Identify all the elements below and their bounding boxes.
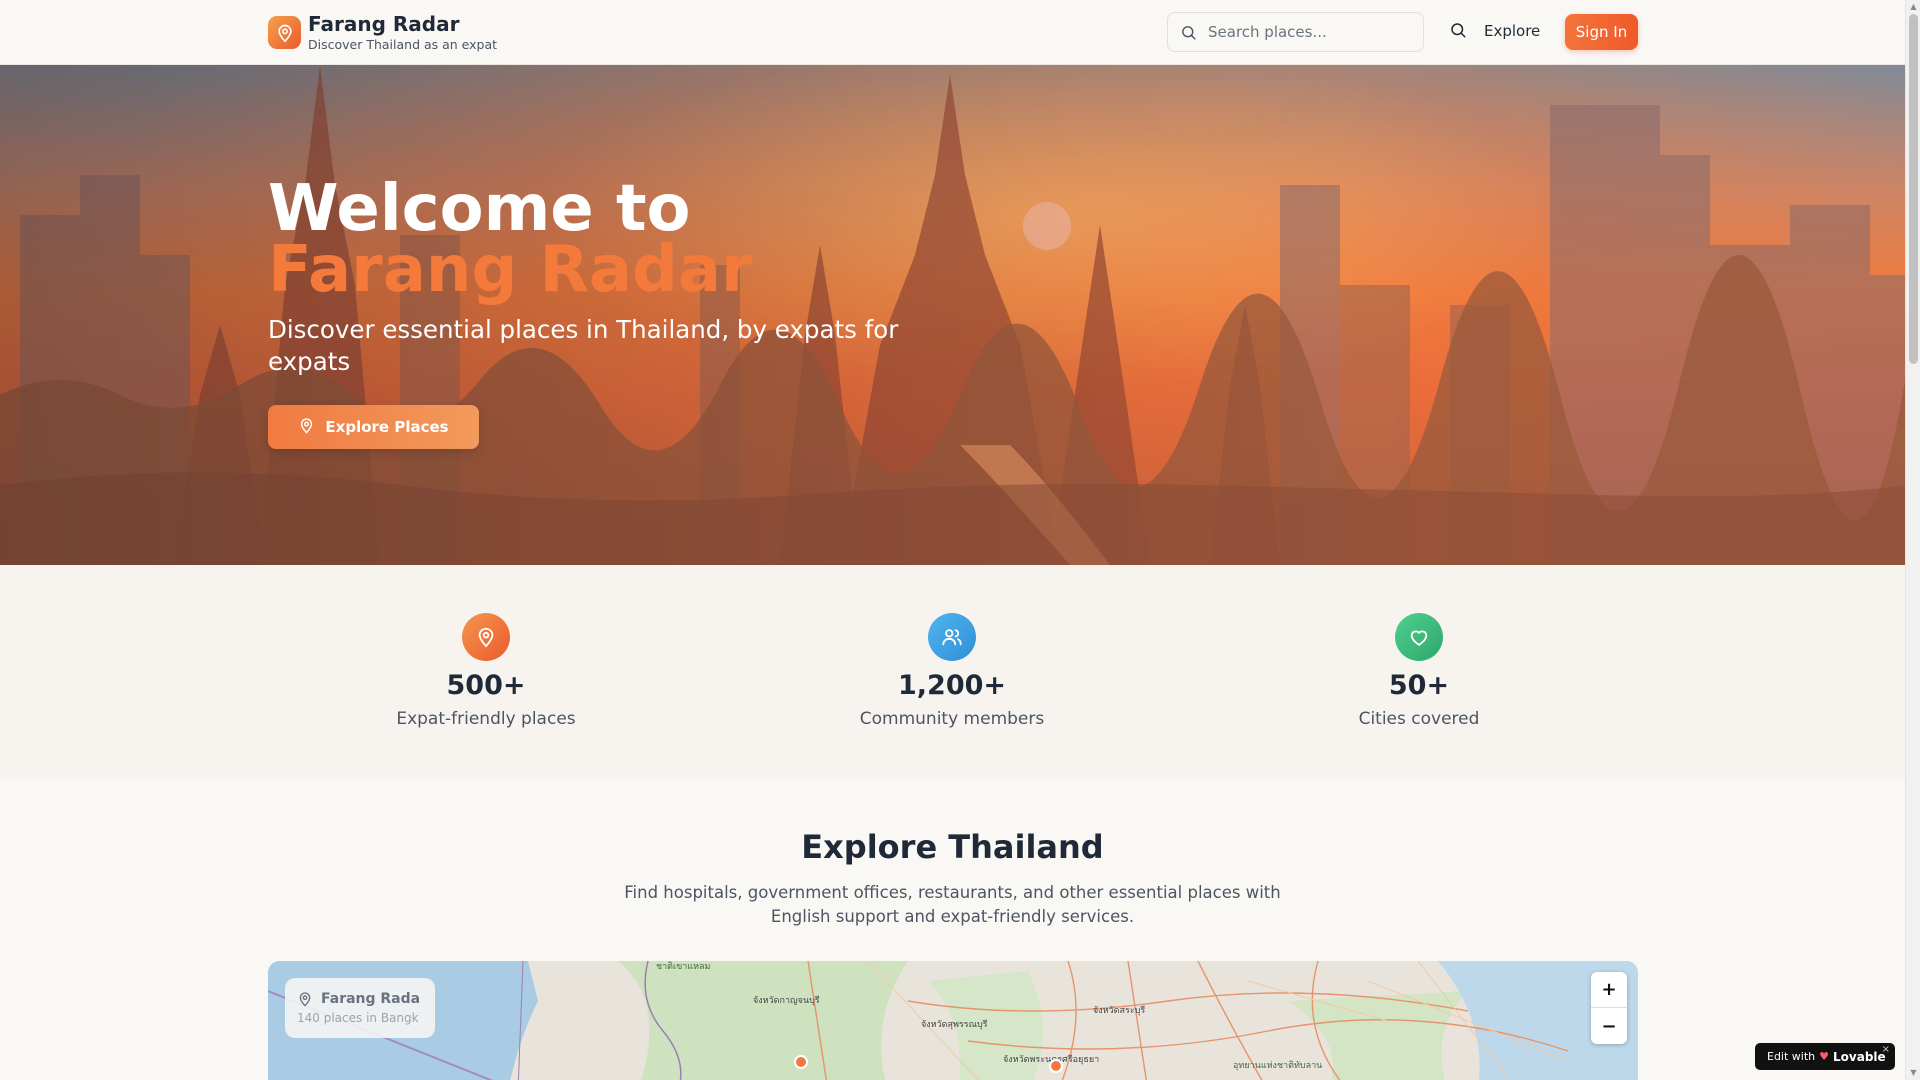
- map-view[interactable]: ชาติเขาแหลม จังหวัดกาญจนบุรี จังหวัดสุพร…: [268, 961, 1638, 1080]
- map-label: จังหวัดสุพรรณบุรี: [921, 1019, 988, 1030]
- stat-places: 500+ Expat-friendly places: [356, 613, 616, 729]
- explore-places-button[interactable]: Explore Places: [268, 405, 479, 449]
- search-button-icon[interactable]: [1449, 21, 1469, 41]
- explore-description: Find hospitals, government offices, rest…: [624, 883, 1281, 926]
- explore-title: Explore Thailand: [801, 828, 1104, 866]
- stat-label: Community members: [859, 709, 1045, 729]
- scroll-down-arrow-icon[interactable]: ▼: [1909, 1068, 1918, 1078]
- badge-close-button[interactable]: ×: [1882, 1044, 1890, 1055]
- scroll-up-arrow-icon[interactable]: ▲: [1909, 2, 1918, 12]
- zoom-out-button[interactable]: −: [1591, 1008, 1627, 1044]
- stat-value: 1,200+: [897, 670, 1007, 701]
- page-scrollbar[interactable]: ▲ ▼: [1905, 0, 1920, 1080]
- users-icon: [928, 613, 976, 661]
- badge-prefix: Edit with: [1767, 1050, 1816, 1063]
- stat-value: 500+: [446, 670, 526, 701]
- hero-banner: Welcome to Farang Radar Discover essenti…: [0, 65, 1905, 565]
- search-box: [1167, 12, 1424, 52]
- search-input[interactable]: [1208, 13, 1418, 51]
- edit-with-lovable-badge[interactable]: Edit with ♥ Lovable ×: [1755, 1043, 1895, 1070]
- map-card-title: Farang Rada: [321, 991, 421, 1007]
- heart-icon: [1395, 613, 1443, 661]
- badge-brand: Lovable: [1833, 1049, 1886, 1064]
- stats-section: 500+ Expat-friendly places 1,200+ Commun…: [0, 565, 1905, 780]
- map-label: อุทยานแห่งชาติทับลาน: [1233, 1060, 1322, 1071]
- hero-title-line2: Farang Radar: [268, 233, 753, 307]
- stat-label: Expat-friendly places: [396, 709, 576, 729]
- search-icon: [1180, 24, 1197, 45]
- hero-title-line1: Welcome to: [268, 172, 691, 246]
- stat-label: Cities covered: [1358, 709, 1480, 729]
- map-marker[interactable]: [794, 1055, 808, 1069]
- nav-explore-link[interactable]: Explore: [1484, 22, 1540, 40]
- stat-value: 50+: [1388, 670, 1450, 701]
- brand-subtitle: Discover Thailand as an expat: [308, 37, 498, 52]
- map-pin-icon: [298, 417, 315, 438]
- top-nav: Farang Radar Discover Thailand as an exp…: [0, 0, 1905, 65]
- stat-members: 1,200+ Community members: [822, 613, 1082, 729]
- zoom-in-button[interactable]: +: [1591, 972, 1627, 1008]
- map-label: จังหวัดสระบุรี: [1093, 1005, 1145, 1016]
- scrollbar-thumb[interactable]: [1909, 14, 1918, 364]
- map-zoom-control: + −: [1591, 972, 1627, 1044]
- map-label: จังหวัดกาญจนบุรี: [753, 995, 820, 1006]
- map-info-card: Farang Rada 140 places in Bangk: [285, 978, 435, 1038]
- stat-cities: 50+ Cities covered: [1289, 613, 1549, 729]
- map-marker[interactable]: [1049, 1059, 1063, 1073]
- map-card-subtitle: 140 places in Bangk: [297, 1011, 419, 1025]
- map-label: ชาติเขาแหลม: [656, 961, 711, 972]
- brand-title[interactable]: Farang Radar: [308, 12, 459, 36]
- sign-in-button[interactable]: Sign In: [1565, 14, 1638, 50]
- map-tiles: ชาติเขาแหลม จังหวัดกาญจนบุรี จังหวัดสุพร…: [268, 961, 1638, 1080]
- hero-subtitle: Discover essential places in Thailand, b…: [268, 315, 899, 376]
- map-pin-icon: [462, 613, 510, 661]
- explore-places-label: Explore Places: [325, 418, 449, 436]
- lovable-heart-icon: ♥: [1819, 1050, 1830, 1063]
- logo-map-pin-icon[interactable]: [268, 16, 301, 49]
